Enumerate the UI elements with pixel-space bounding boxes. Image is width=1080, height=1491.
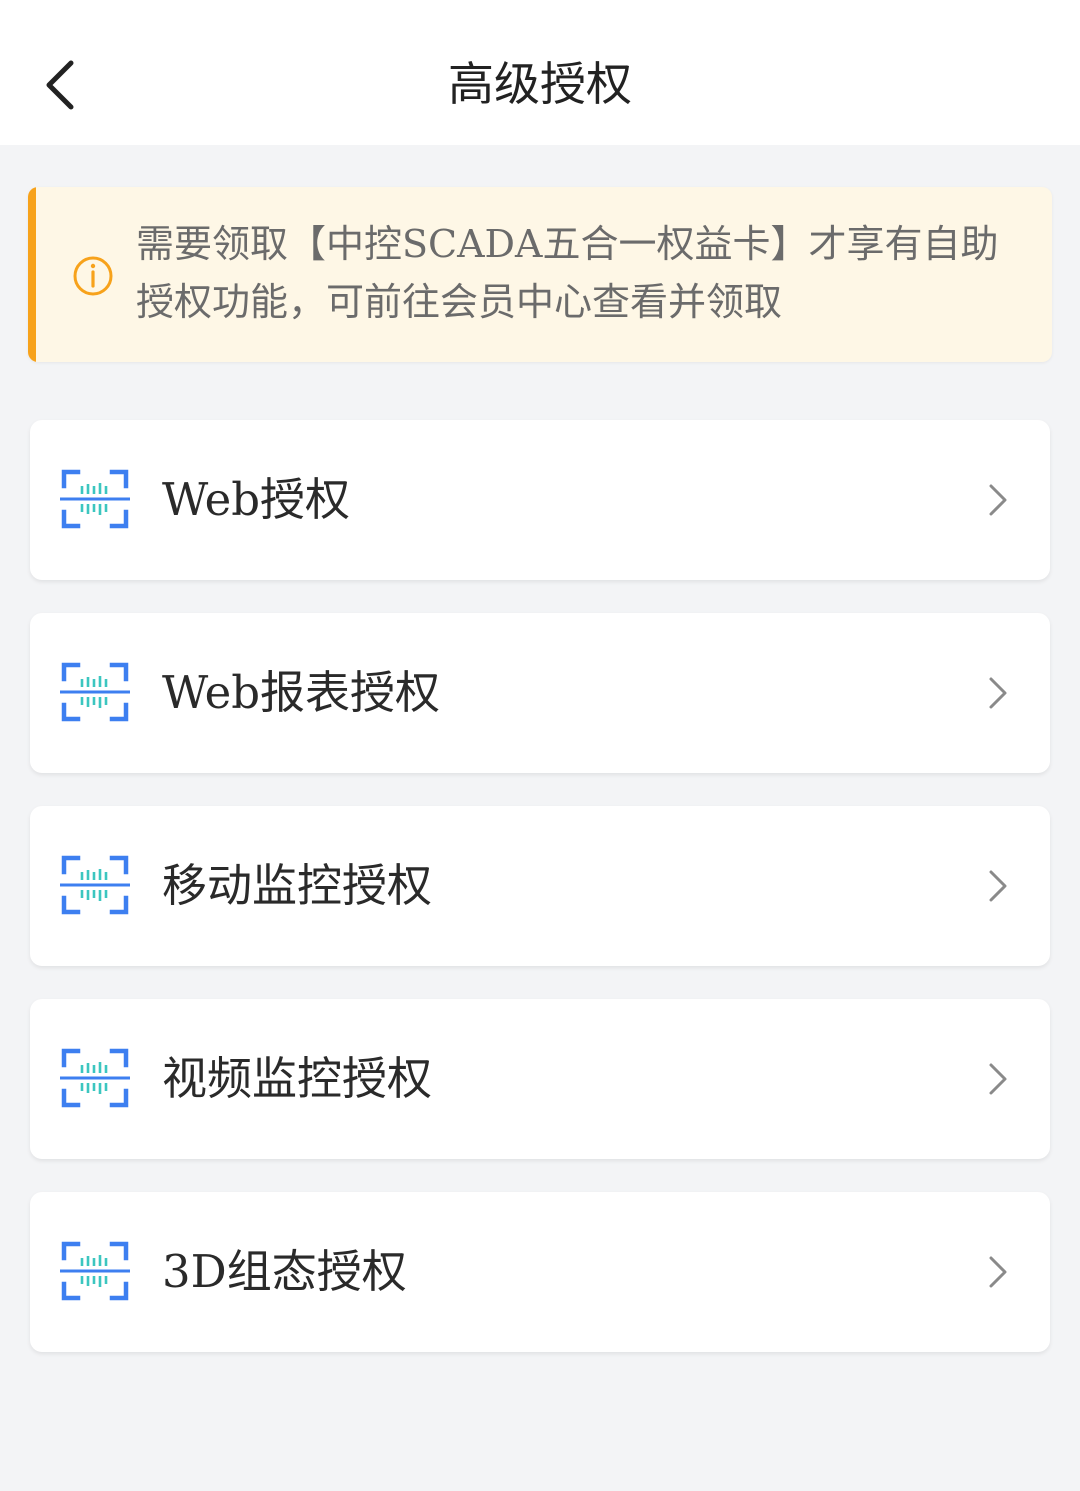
chevron-right-icon <box>989 1063 1007 1095</box>
list-item-web-report-auth[interactable]: Web报表授权 <box>30 613 1050 773</box>
list-item-label: Web授权 <box>162 473 351 526</box>
list-item-label: Web报表授权 <box>162 666 441 719</box>
list-item-3d-config-auth[interactable]: 3D组态授权 <box>30 1192 1050 1352</box>
authorization-list: Web授权 Web报表授权 移动监控授权 视频监控授权 3D组态授权 <box>30 420 1050 1385</box>
top-bar <box>0 0 1080 145</box>
list-item-label: 视频监控授权 <box>162 1052 433 1105</box>
notice-text: 需要领取【中控SCADA五合一权益卡】才享有自助授权功能，可前往会员中心查看并领… <box>136 222 999 324</box>
chevron-right-icon <box>989 484 1007 516</box>
back-button[interactable] <box>30 50 90 120</box>
scan-barcode-icon <box>60 855 130 915</box>
list-item-label: 3D组态授权 <box>162 1245 407 1298</box>
notice-accent-bar <box>28 187 36 362</box>
scan-barcode-icon <box>60 662 130 722</box>
scan-barcode-icon <box>60 1048 130 1108</box>
chevron-right-icon <box>989 677 1007 709</box>
list-item-label: 移动监控授权 <box>162 859 433 912</box>
scan-barcode-icon <box>60 1241 130 1301</box>
scan-barcode-icon <box>60 469 130 529</box>
list-item-web-auth[interactable]: Web授权 <box>30 420 1050 580</box>
list-item-video-monitor-auth[interactable]: 视频监控授权 <box>30 999 1050 1159</box>
chevron-left-icon <box>46 60 74 110</box>
list-item-mobile-monitor-auth[interactable]: 移动监控授权 <box>30 806 1050 966</box>
chevron-right-icon <box>989 1256 1007 1288</box>
notice-banner: 需要领取【中控SCADA五合一权益卡】才享有自助授权功能，可前往会员中心查看并领… <box>28 187 1052 362</box>
chevron-right-icon <box>989 870 1007 902</box>
info-icon <box>73 256 113 296</box>
